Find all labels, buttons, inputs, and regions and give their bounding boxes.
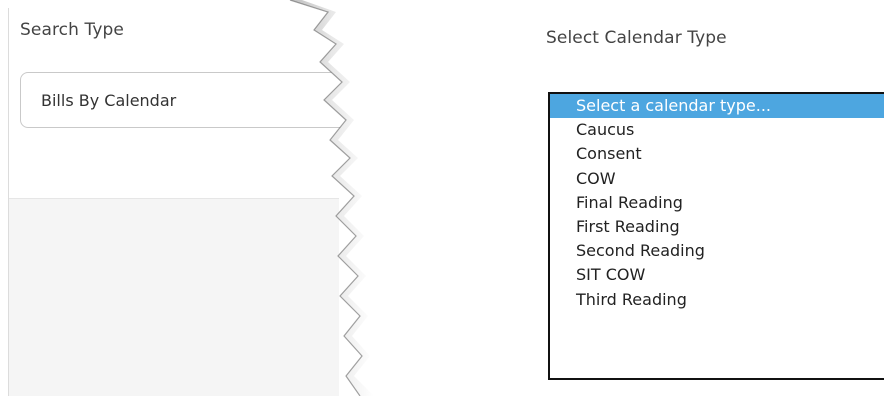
calendar-type-panel: Select Calendar Type Select a calendar t… — [380, 8, 884, 396]
calendar-option[interactable]: Final Reading — [550, 191, 884, 215]
calendar-option[interactable]: Third Reading — [550, 288, 884, 312]
calendar-option[interactable]: Consent — [550, 142, 884, 166]
calendar-type-listbox[interactable]: Select a calendar type... Caucus Consent… — [548, 92, 884, 380]
search-type-value: Bills By Calendar — [41, 91, 177, 110]
torn-page-divider — [289, 0, 412, 396]
calendar-option[interactable]: First Reading — [550, 215, 884, 239]
calendar-option[interactable]: Select a calendar type... — [550, 94, 884, 119]
calendar-option[interactable]: SIT COW — [550, 263, 884, 287]
calendar-option[interactable]: COW — [550, 167, 884, 191]
calendar-option[interactable]: Second Reading — [550, 239, 884, 263]
search-type-label: Search Type — [20, 20, 124, 40]
calendar-type-label: Select Calendar Type — [546, 28, 727, 48]
calendar-option[interactable]: Caucus — [550, 118, 884, 142]
